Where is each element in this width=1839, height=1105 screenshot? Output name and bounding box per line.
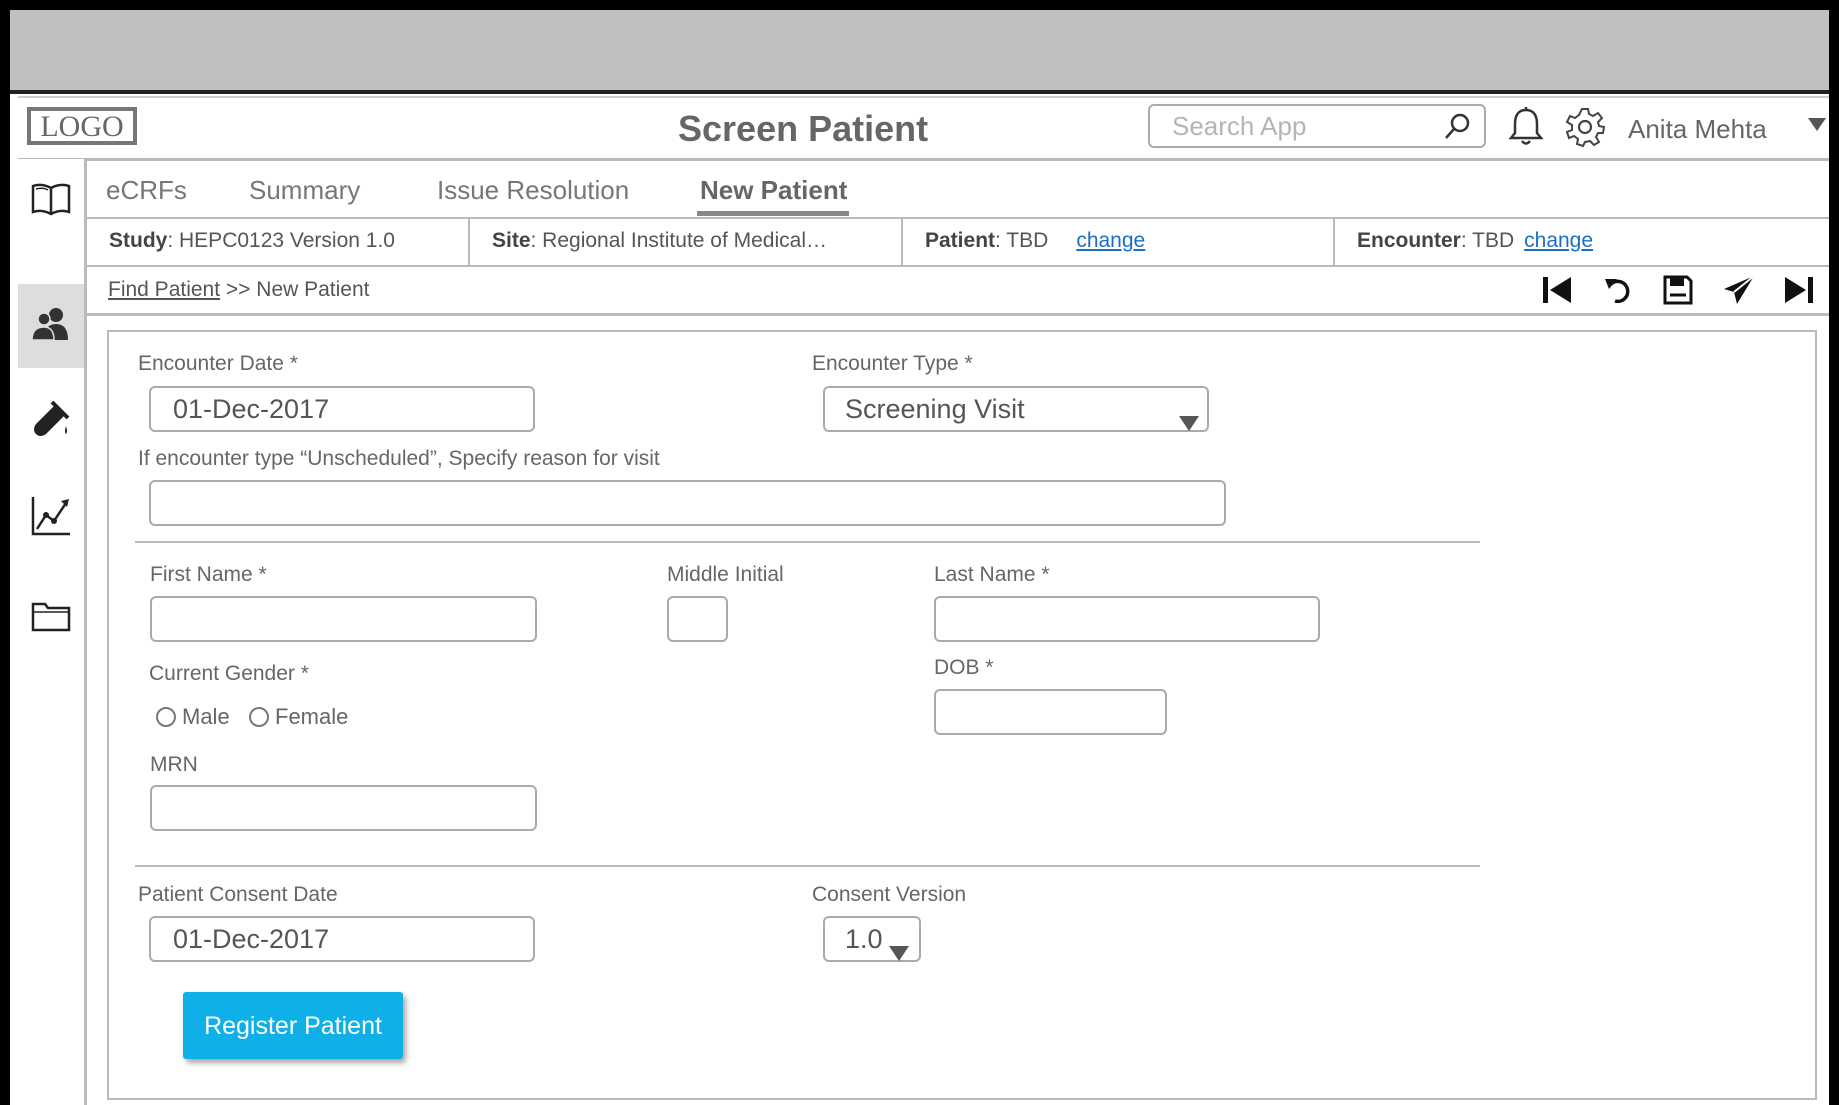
sidebar-item-lab[interactable]: [18, 379, 84, 463]
folder-icon: [31, 600, 71, 637]
mrn-label: MRN: [150, 753, 198, 776]
bell-icon[interactable]: [1506, 106, 1546, 153]
gender-male-radio[interactable]: Male: [156, 704, 230, 730]
middle-initial-input[interactable]: [677, 598, 721, 640]
breadcrumb-find-patient[interactable]: Find Patient: [108, 278, 220, 301]
last-name-field[interactable]: [934, 596, 1320, 642]
last-icon[interactable]: [1783, 275, 1815, 310]
last-name-input[interactable]: [956, 598, 1304, 640]
first-icon[interactable]: [1541, 275, 1573, 310]
section-divider: [135, 541, 1480, 543]
sidebar-item-files[interactable]: [18, 576, 84, 660]
chevron-down-icon[interactable]: [1808, 118, 1826, 137]
consent-version-label: Consent Version: [812, 883, 967, 906]
tab-ecrfs[interactable]: eCRFs: [106, 175, 187, 206]
sidebar-item-analytics[interactable]: [18, 476, 84, 560]
chevron-down-icon: [889, 932, 909, 974]
encounter-change-link[interactable]: change: [1524, 229, 1593, 252]
encounter-date-label: Encounter Date *: [138, 352, 298, 375]
app-header: LOGO Screen Patient Anita Mehta: [18, 96, 1829, 161]
context-bar: Study: HEPC0123 Version 1.0 Site: Region…: [87, 217, 1829, 267]
chevron-down-icon: [1179, 402, 1199, 444]
encounter-type-select[interactable]: Screening Visit: [823, 386, 1209, 432]
reason-field[interactable]: [149, 480, 1226, 526]
sidebar-item-library[interactable]: [18, 159, 84, 243]
gender-label: Current Gender *: [149, 662, 309, 685]
patient-change-link[interactable]: change: [1076, 229, 1145, 252]
patient-info: Patient: TBD change: [903, 217, 1335, 265]
middle-initial-label: Middle Initial: [667, 563, 784, 586]
dob-label: DOB *: [934, 656, 994, 679]
encounter-type-label: Encounter Type *: [812, 352, 973, 375]
send-icon[interactable]: [1723, 275, 1755, 310]
site-info: Site: Regional Institute of Medical…: [470, 217, 903, 265]
consent-version-select[interactable]: 1.0: [823, 916, 921, 962]
users-icon: [30, 306, 72, 347]
last-name-label: Last Name *: [934, 563, 1050, 586]
breadcrumb: Find Patient >> New Patient: [108, 278, 370, 301]
top-bar: [10, 10, 1829, 94]
gender-female-radio[interactable]: Female: [249, 704, 348, 730]
dob-input[interactable]: [956, 691, 1167, 733]
mrn-input[interactable]: [172, 787, 521, 829]
encounter-info: Encounter: TBD change: [1357, 229, 1594, 252]
first-name-label: First Name *: [150, 563, 267, 586]
undo-icon[interactable]: [1603, 275, 1633, 310]
tab-summary[interactable]: Summary: [249, 175, 360, 206]
page-title: Screen Patient: [678, 108, 929, 149]
search-icon[interactable]: [1442, 112, 1472, 147]
lab-tube-icon: [30, 400, 72, 443]
logo: LOGO: [27, 107, 137, 145]
save-icon[interactable]: [1663, 275, 1693, 310]
study-info: Study: HEPC0123 Version 1.0: [87, 217, 470, 265]
encounter-date-field[interactable]: [149, 386, 535, 432]
sidebar: [18, 159, 87, 1105]
gear-icon[interactable]: [1564, 106, 1606, 153]
radio-circle[interactable]: [156, 707, 176, 727]
radio-circle[interactable]: [249, 707, 269, 727]
tab-bar: eCRFs Summary Issue Resolution New Patie…: [87, 159, 1829, 219]
reason-label: If encounter type “Unscheduled”, Specify…: [138, 447, 660, 470]
consent-date-input[interactable]: [171, 918, 519, 960]
consent-date-field[interactable]: [149, 916, 535, 962]
first-name-field[interactable]: [150, 596, 537, 642]
reason-input[interactable]: [171, 482, 1141, 524]
search-box[interactable]: [1148, 104, 1486, 148]
active-tab-indicator: [697, 211, 849, 216]
register-patient-button[interactable]: Register Patient: [183, 992, 403, 1059]
mrn-field[interactable]: [150, 785, 537, 831]
search-input[interactable]: [1170, 106, 1444, 146]
book-icon: [30, 182, 72, 221]
section-divider: [135, 865, 1480, 867]
user-name[interactable]: Anita Mehta: [1628, 114, 1767, 145]
dob-field[interactable]: [934, 689, 1167, 735]
consent-date-label: Patient Consent Date: [138, 883, 338, 906]
tab-issue-resolution[interactable]: Issue Resolution: [437, 175, 629, 206]
middle-initial-field[interactable]: [667, 596, 728, 642]
tab-new-patient[interactable]: New Patient: [700, 175, 847, 206]
sidebar-item-patients[interactable]: [18, 284, 84, 368]
encounter-date-input[interactable]: [171, 388, 519, 430]
first-name-input[interactable]: [172, 598, 521, 640]
chart-icon: [30, 495, 72, 542]
breadcrumb-bar: Find Patient >> New Patient: [87, 267, 1829, 316]
